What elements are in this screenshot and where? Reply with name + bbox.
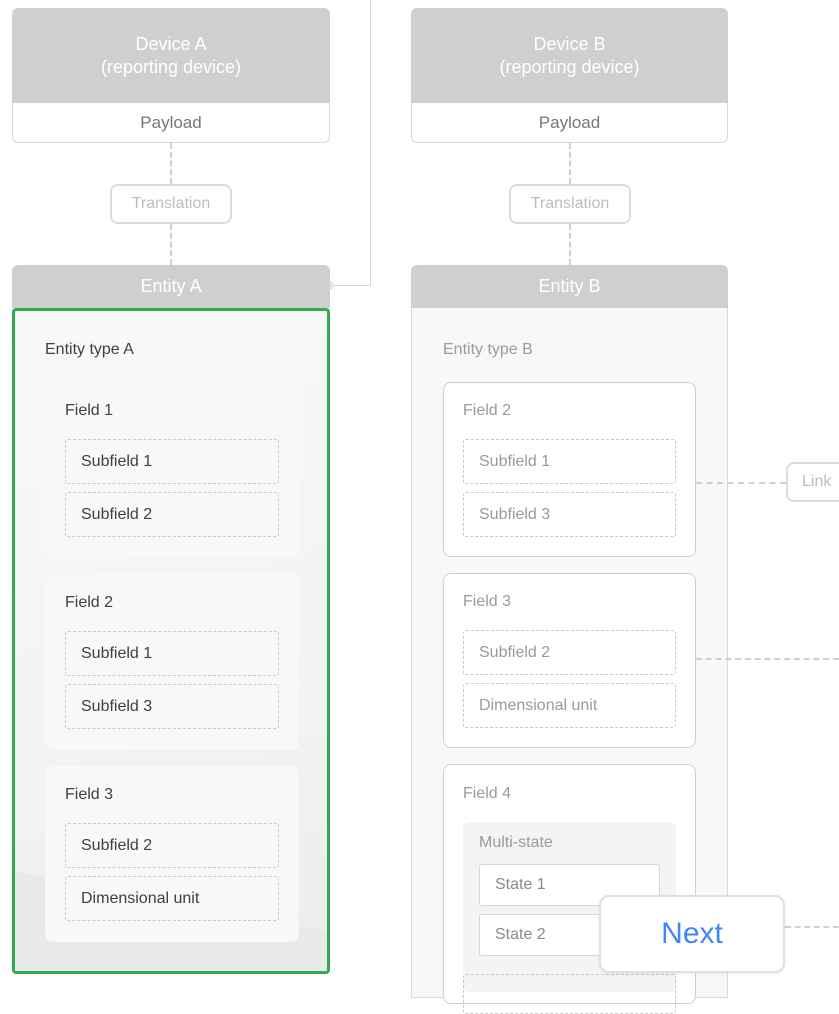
entity-b-type: Entity type B [443, 341, 533, 358]
next-button[interactable]: Next [599, 895, 785, 973]
dash-device-b-translation [569, 143, 571, 184]
entity-b-field-3-subfield-1: Subfield 2 [463, 630, 676, 675]
link-dash-2 [696, 658, 839, 660]
multi-state-label: Multi-state [479, 834, 553, 851]
entity-a-type: Entity type A [45, 341, 134, 358]
entity-b-field-2-subfield-2: Subfield 3 [463, 492, 676, 537]
entity-b-field-3-subfield-2: Dimensional unit [463, 683, 676, 728]
entity-a-field-1-label: Field 1 [65, 402, 114, 419]
link-dash-1 [696, 482, 786, 484]
entity-a-field-3-subfield-2: Dimensional unit [65, 876, 279, 921]
device-a-header: Device A (reporting device) [12, 8, 330, 103]
link-dash-3 [785, 926, 839, 928]
device-b-title: Device B [533, 33, 606, 54]
device-b-payload: Payload [411, 103, 728, 143]
entity-a-field-2-label: Field 2 [65, 594, 114, 611]
entity-a-field-2-subfield-1: Subfield 1 [65, 631, 279, 676]
device-a-title: Device A [135, 33, 207, 54]
dash-device-a-translation [170, 143, 172, 184]
entity-b-field-2-subfield-1: Subfield 1 [463, 439, 676, 484]
entity-a-field-1-subfield-1: Subfield 1 [65, 439, 279, 484]
entity-a-field-3-label: Field 3 [65, 786, 114, 803]
entity-a-field-1-subfield-2: Subfield 2 [65, 492, 279, 537]
connector-line-top [370, 0, 371, 286]
entity-b-header: Entity B [411, 265, 728, 308]
device-a-subtitle: (reporting device) [100, 56, 242, 77]
entity-b-field-3-label: Field 3 [463, 593, 512, 610]
entity-a-header: Entity A [12, 265, 330, 308]
entity-a-field-2-subfield-2: Subfield 3 [65, 684, 279, 729]
multi-state-next-slot [463, 974, 676, 1014]
entity-b-field-4-label: Field 4 [463, 785, 512, 802]
device-a-payload: Payload [12, 103, 330, 143]
device-b-subtitle: (reporting device) [499, 56, 640, 77]
connector-line-horizontal [330, 285, 371, 286]
translation-a-pill: Translation [110, 184, 232, 224]
entity-b-field-2-label: Field 2 [463, 402, 512, 419]
link-pill: Link [786, 462, 839, 502]
translation-b-pill: Translation [509, 184, 631, 224]
entity-a-field-3-subfield-1: Subfield 2 [65, 823, 279, 868]
device-b-header: Device B (reporting device) [411, 8, 728, 103]
dash-translation-entity-a [170, 224, 172, 265]
dash-translation-entity-b [569, 224, 571, 265]
